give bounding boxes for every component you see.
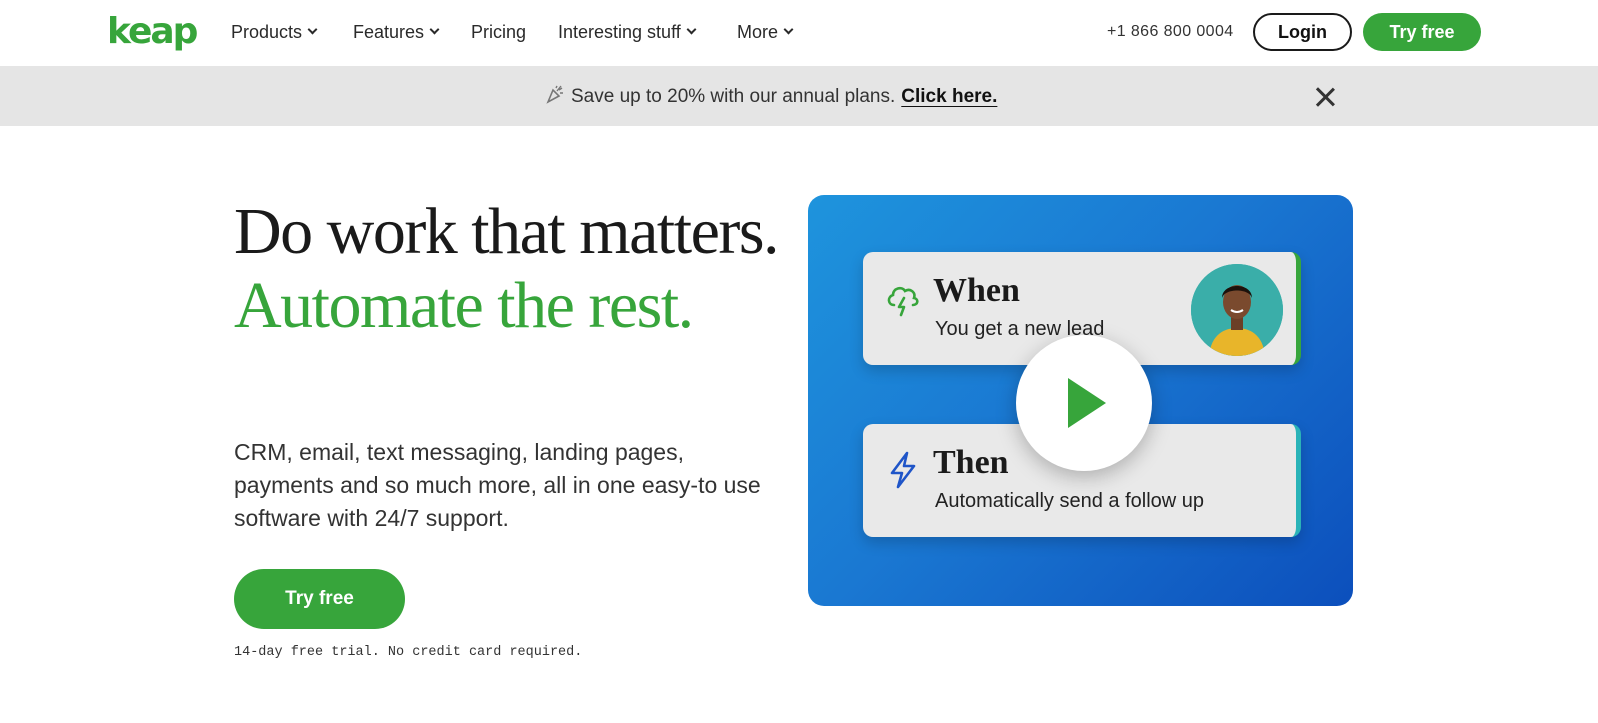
nav-item-pricing[interactable]: Pricing bbox=[471, 21, 526, 43]
login-button[interactable]: Login bbox=[1253, 13, 1352, 51]
nav-item-label: Products bbox=[231, 22, 303, 42]
nav-item-label: Features bbox=[353, 22, 425, 42]
promo-banner: Save up to 20% with our annual plans. Cl… bbox=[0, 66, 1598, 126]
when-title: When bbox=[933, 272, 1020, 309]
chevron-down-icon bbox=[686, 24, 697, 35]
avatar bbox=[1191, 264, 1283, 356]
party-popper-icon bbox=[545, 84, 565, 110]
nav-item-label: Interesting stuff bbox=[558, 22, 681, 42]
keap-logo[interactable]: keap bbox=[107, 10, 198, 54]
then-title: Then bbox=[933, 444, 1009, 481]
lightning-bolt-icon bbox=[883, 450, 923, 490]
nav-item-more[interactable]: More bbox=[737, 21, 794, 43]
promo-text: Save up to 20% with our annual plans. bbox=[571, 86, 896, 107]
page-title: Do work that matters. Automate the rest. bbox=[234, 195, 794, 343]
nav-item-features[interactable]: Features bbox=[353, 21, 440, 43]
nav-item-label: More bbox=[737, 22, 779, 42]
then-text: Automatically send a follow up bbox=[935, 490, 1205, 512]
nav-item-products[interactable]: Products bbox=[231, 21, 318, 43]
try-free-button[interactable]: Try free bbox=[234, 569, 405, 629]
top-navigation: keap Products Features Pricing Interesti… bbox=[0, 0, 1598, 66]
chevron-down-icon bbox=[783, 24, 794, 35]
play-icon bbox=[1068, 378, 1106, 428]
chevron-down-icon bbox=[429, 24, 440, 35]
nav-item-interesting-stuff[interactable]: Interesting stuff bbox=[558, 21, 697, 43]
close-icon[interactable] bbox=[1314, 86, 1336, 108]
video-thumbnail[interactable]: When You get a new lead Then Automatical… bbox=[808, 195, 1353, 606]
cloud-lightning-icon bbox=[883, 278, 923, 318]
play-button[interactable] bbox=[1016, 335, 1152, 471]
hero-description: CRM, email, text messaging, landing page… bbox=[234, 439, 761, 531]
promo-message: Save up to 20% with our annual plans. Cl… bbox=[545, 84, 997, 110]
phone-number-link[interactable]: +1 866 800 0004 bbox=[1107, 23, 1234, 41]
try-free-nav-button[interactable]: Try free bbox=[1363, 13, 1481, 51]
promo-link[interactable]: Click here. bbox=[901, 86, 997, 108]
headline-main: Do work that matters. bbox=[234, 195, 780, 268]
headline-accent: Automate the rest. bbox=[234, 269, 694, 342]
nav-item-label: Pricing bbox=[471, 22, 527, 42]
trial-note: 14-day free trial. No credit card requir… bbox=[234, 645, 583, 660]
chevron-down-icon bbox=[307, 24, 318, 35]
